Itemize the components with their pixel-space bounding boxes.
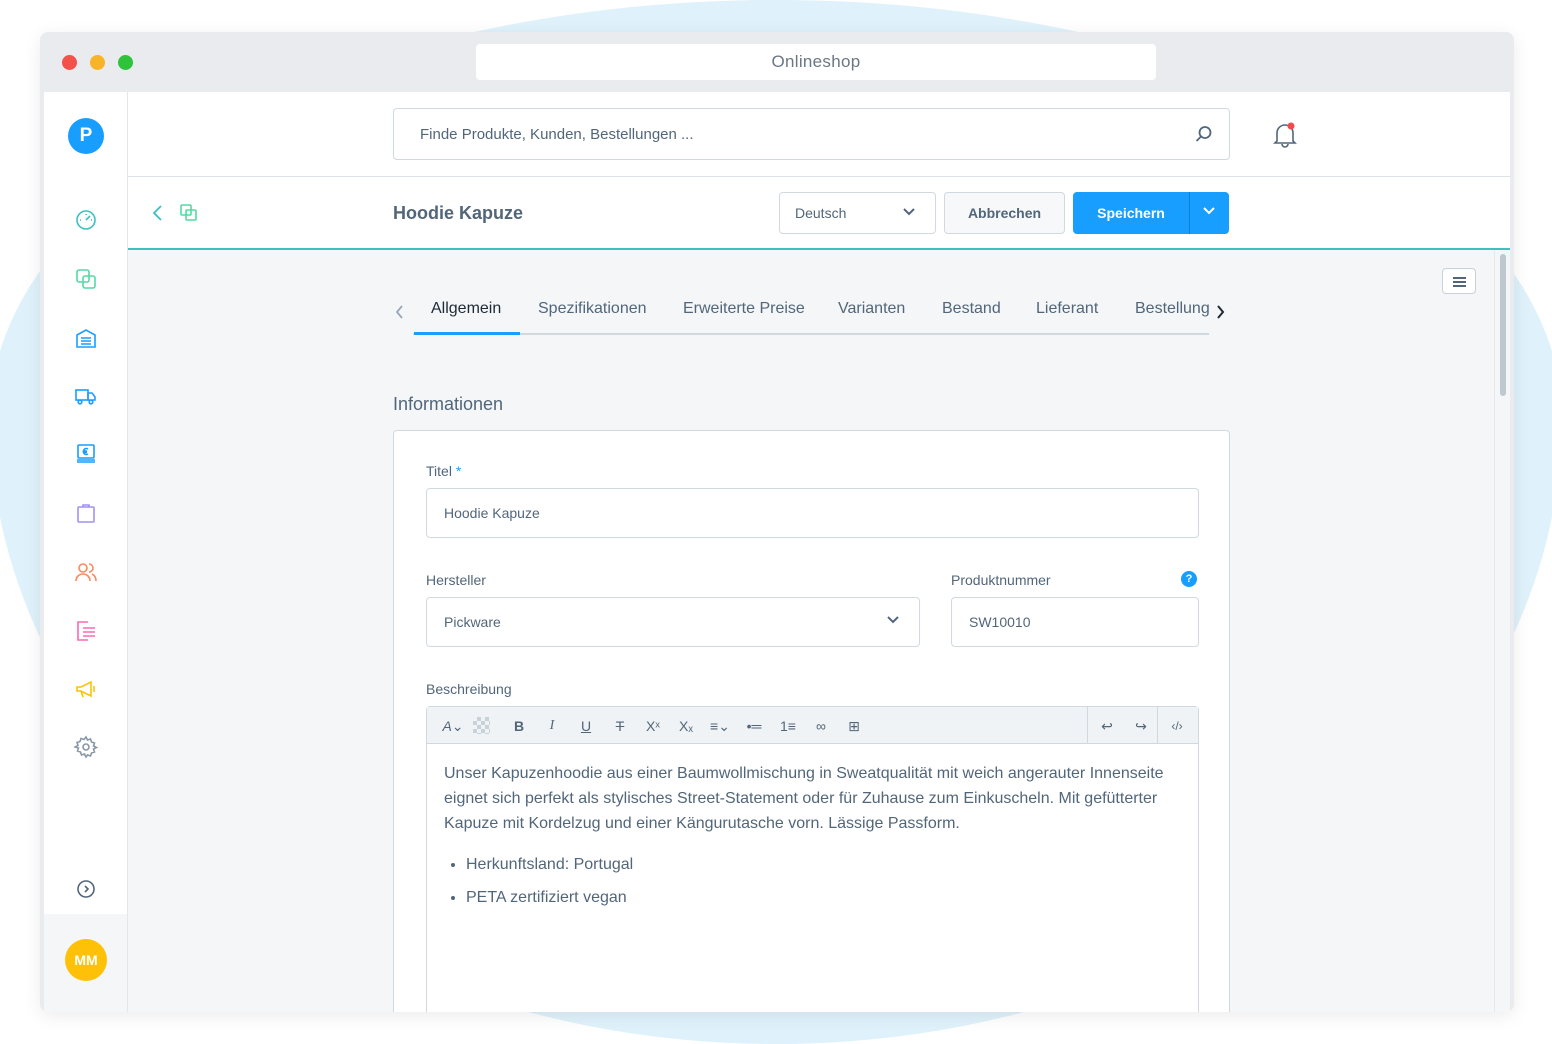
manufacturer-label: Hersteller <box>426 572 486 588</box>
warehouse-icon[interactable] <box>74 326 98 350</box>
superscript-icon[interactable]: Xˣ <box>643 716 663 736</box>
chevron-down-icon <box>903 208 915 216</box>
top-bar <box>128 92 1510 177</box>
tab-spezifikationen[interactable]: Spezifikationen <box>538 300 647 335</box>
information-card: Titel * Hoodie Kapuze Hersteller Pickwar… <box>393 430 1230 1012</box>
numbered-list-icon[interactable]: 1≡ <box>778 716 798 736</box>
required-marker: * <box>455 463 462 479</box>
title-label: Titel * <box>426 463 461 479</box>
scrollbar[interactable] <box>1494 250 1510 1012</box>
menu-line <box>1453 285 1466 287</box>
language-select-value: Deutsch <box>795 205 847 221</box>
search-icon[interactable] <box>1195 125 1213 143</box>
list-item: Herkunftsland: Portugal <box>466 852 1184 877</box>
users-icon[interactable] <box>74 560 98 584</box>
product-number-field[interactable]: SW10010 <box>951 597 1199 647</box>
address-bar[interactable]: Onlineshop <box>476 44 1156 80</box>
italic-icon[interactable]: I <box>542 716 562 736</box>
text-align-icon[interactable]: ≡⌄ <box>706 716 734 736</box>
shopping-bag-icon[interactable] <box>74 501 98 525</box>
duplicate-icon[interactable] <box>180 204 198 222</box>
toolbar-separator <box>1157 707 1158 744</box>
minimize-window-button[interactable] <box>90 55 105 70</box>
description-editor[interactable]: A⌄ B I U T Xˣ Xₓ ≡⌄ •═ 1≡ ∞ ⊞ ↩ ↪ ‹/› Un… <box>426 706 1199 1012</box>
product-number-label: Produktnummer <box>951 572 1051 588</box>
bullet-list-icon[interactable]: •═ <box>744 716 764 736</box>
user-avatar[interactable]: MM <box>65 939 107 981</box>
chevron-left-icon[interactable] <box>395 305 405 319</box>
tab-allgemein[interactable]: Allgemein <box>431 300 501 335</box>
page-title: Hoodie Kapuze <box>393 203 524 223</box>
title-label-text: Titel <box>426 463 452 479</box>
logo[interactable]: P <box>68 118 104 154</box>
content-list-icon[interactable] <box>74 619 98 643</box>
chevron-down-icon <box>1203 207 1215 215</box>
back-arrow-icon[interactable] <box>152 204 164 222</box>
catalogue-icon[interactable] <box>74 267 98 291</box>
sidebar: P MM <box>44 92 128 1012</box>
gear-icon[interactable] <box>74 735 98 759</box>
tab-lieferant[interactable]: Lieferant <box>1036 300 1098 335</box>
scrollbar-thumb[interactable] <box>1500 254 1506 396</box>
title-bar: Onlineshop <box>40 32 1514 92</box>
menu-line <box>1453 277 1466 279</box>
maximize-window-button[interactable] <box>118 55 133 70</box>
list-item: PETA zertifiziert vegan <box>466 885 1184 910</box>
collapse-sidebar-icon[interactable] <box>74 877 98 901</box>
tab-varianten[interactable]: Varianten <box>838 300 905 335</box>
smart-bar: Hoodie Kapuze Deutsch Abbrechen Speicher… <box>128 177 1510 250</box>
color-picker-icon[interactable] <box>473 717 490 734</box>
strikethrough-icon[interactable]: T <box>610 716 630 736</box>
underline-icon[interactable]: U <box>576 716 596 736</box>
menu-line <box>1453 281 1466 283</box>
help-icon[interactable]: ? <box>1181 571 1197 587</box>
manufacturer-select[interactable]: Pickware <box>426 597 920 647</box>
speedometer-icon[interactable] <box>74 208 98 232</box>
search-input[interactable] <box>394 109 1174 159</box>
chevron-down-icon <box>887 616 899 624</box>
subscript-icon[interactable]: Xₓ <box>676 716 696 736</box>
editor-toolbar: A⌄ B I U T Xˣ Xₓ ≡⌄ •═ 1≡ ∞ ⊞ ↩ ↪ ‹/› <box>427 707 1198 744</box>
language-select[interactable]: Deutsch <box>779 192 936 234</box>
undo-icon[interactable]: ↩ <box>1097 716 1117 736</box>
notification-bell-icon[interactable] <box>1272 121 1298 149</box>
active-tab-indicator <box>414 332 520 335</box>
description-label: Beschreibung <box>426 681 512 697</box>
editor-content[interactable]: Unser Kapuzenhoodie aus einer Baumwollmi… <box>444 761 1184 918</box>
section-title: Informationen <box>393 394 504 414</box>
main-content: Allgemein Spezifikationen Erweiterte Pre… <box>128 250 1510 1012</box>
tab-bar: Allgemein Spezifikationen Erweiterte Pre… <box>393 300 1233 336</box>
save-button[interactable]: Speichern <box>1073 192 1189 234</box>
euro-register-icon[interactable] <box>74 442 98 466</box>
sidebar-toggle-button[interactable] <box>1442 268 1476 294</box>
tab-erweiterte-preise[interactable]: Erweiterte Preise <box>683 300 805 335</box>
redo-icon[interactable]: ↪ <box>1131 716 1151 736</box>
bold-icon[interactable]: B <box>509 716 529 736</box>
font-size-icon[interactable]: A⌄ <box>439 716 467 736</box>
save-options-button[interactable] <box>1189 192 1229 234</box>
admin-app: P MM Ho <box>44 92 1510 1012</box>
title-field[interactable]: Hoodie Kapuze <box>426 488 1199 538</box>
megaphone-icon[interactable] <box>74 677 98 701</box>
browser-window: Onlineshop P MM Finde Produkte, Kunden, … <box>40 32 1514 1012</box>
table-icon[interactable]: ⊞ <box>844 716 864 736</box>
global-search <box>393 108 1230 160</box>
close-window-button[interactable] <box>62 55 77 70</box>
code-view-icon[interactable]: ‹/› <box>1167 716 1187 736</box>
description-bullet-list: Herkunftsland: Portugal PETA zertifizier… <box>444 852 1184 910</box>
link-icon[interactable]: ∞ <box>811 716 831 736</box>
tab-bestellung[interactable]: Bestellung <box>1135 300 1210 335</box>
description-paragraph: Unser Kapuzenhoodie aus einer Baumwollmi… <box>444 765 1164 832</box>
toolbar-separator <box>1087 707 1088 744</box>
chevron-right-icon[interactable] <box>1215 305 1225 319</box>
manufacturer-value: Pickware <box>444 614 501 630</box>
truck-icon[interactable] <box>74 384 98 408</box>
tab-bestand[interactable]: Bestand <box>942 300 1001 335</box>
cancel-button[interactable]: Abbrechen <box>944 192 1065 234</box>
user-area: MM <box>44 914 127 1012</box>
